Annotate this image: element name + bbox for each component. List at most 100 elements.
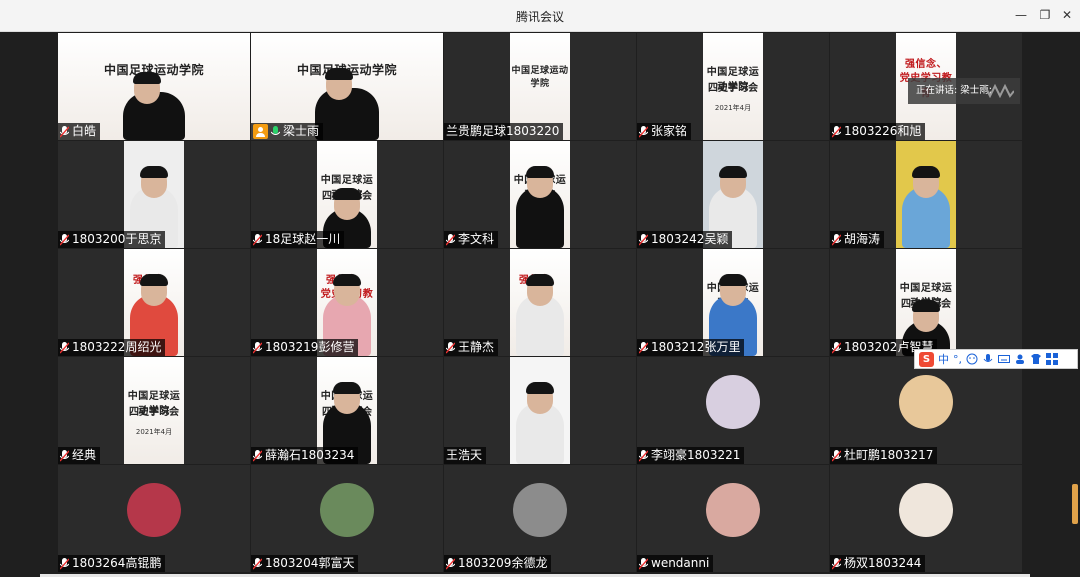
participant-name: 李翊豪1803221 — [651, 448, 741, 462]
participant-tile[interactable]: 中国足球运动学院 四史学习会 2021年4月 张家铭 — [637, 33, 829, 140]
mic-muted-icon — [639, 557, 648, 570]
participant-name: 1803222周绍光 — [72, 340, 162, 354]
participant-tile[interactable]: 王浩天 — [444, 357, 636, 464]
avatar — [320, 483, 374, 537]
participant-name: 张家铭 — [651, 124, 688, 138]
participant-tile[interactable]: 中国足球运动学院 梁士雨 — [251, 33, 443, 140]
participant-tile[interactable]: 强信念、 1803222周绍光 — [58, 249, 250, 356]
participant-tile[interactable]: 1803200于思京 — [58, 141, 250, 248]
ime-punct[interactable]: °, — [953, 353, 962, 366]
participant-figure — [516, 166, 564, 248]
participant-name: 杨双1803244 — [844, 556, 922, 570]
close-button[interactable]: ✕ — [1058, 6, 1076, 24]
sogou-logo-icon[interactable]: S — [919, 351, 934, 367]
participant-name: 王静杰 — [458, 340, 495, 354]
participant-name: 1803264高锟鹏 — [72, 556, 162, 570]
audio-wave-icon — [980, 84, 1014, 98]
mic-muted-icon — [639, 125, 648, 138]
mic-muted-icon — [639, 233, 648, 246]
banner-date: 2021年4月 — [714, 104, 752, 112]
participant-tile[interactable]: 中国足球运动学院 兰贵鹏足球1803220 — [444, 33, 636, 140]
participant-tile[interactable]: 1803242吴颖 — [637, 141, 829, 248]
participant-figure — [123, 72, 185, 140]
participant-label: 经典 — [58, 447, 101, 464]
mic-active-icon — [271, 125, 280, 138]
minimize-button[interactable]: — — [1012, 6, 1030, 24]
participant-label: 1803219彭修营 — [251, 339, 359, 356]
scrollbar-thumb[interactable] — [1072, 484, 1078, 524]
participant-tile[interactable]: 强信念、 王静杰 — [444, 249, 636, 356]
participant-tile[interactable]: 1803264高锟鹏 — [58, 465, 250, 572]
video-grid: 中国足球运动学院 白皓 中国足球运动学院 梁士雨 中国足球运动学院 兰贵鹏足球1… — [58, 33, 1022, 574]
participant-name: 1803204郭富天 — [265, 556, 355, 570]
participant-name: 薛瀚石1803234 — [265, 448, 355, 462]
avatar — [706, 375, 760, 429]
participant-tile[interactable]: 中国足球运动学院 四史学习会 2021年4月 经典 — [58, 357, 250, 464]
mic-muted-icon — [253, 233, 262, 246]
participant-label: 1803212张万里 — [637, 339, 745, 356]
skin-shirt-icon[interactable] — [1030, 353, 1042, 365]
speaking-indicator: 正在讲话: 梁士雨; — [908, 78, 1020, 104]
participant-name: 王浩天 — [446, 448, 483, 462]
participant-video: 中国足球运动学院 — [510, 141, 570, 248]
mic-muted-icon — [832, 233, 841, 246]
participant-tile[interactable]: 杜町鹏1803217 — [830, 357, 1022, 464]
voice-icon[interactable] — [982, 353, 994, 365]
participant-tile[interactable]: 中国足球运动学院 四史学习会 1803202卢智慧 — [830, 249, 1022, 356]
participant-name: 1803219彭修营 — [265, 340, 355, 354]
banner-date: 2021年4月 — [135, 428, 173, 436]
participant-name: wendanni — [651, 556, 710, 570]
participant-label: 1803264高锟鹏 — [58, 555, 166, 572]
title-bar: 腾讯会议 — ❐ ✕ — [0, 0, 1080, 32]
participant-label: 1803209余德龙 — [444, 555, 552, 572]
avatar — [899, 483, 953, 537]
mic-muted-icon — [253, 341, 262, 354]
mic-muted-icon — [253, 557, 262, 570]
keyboard-icon[interactable] — [998, 353, 1010, 365]
participant-tile[interactable]: 1803204郭富天 — [251, 465, 443, 572]
mic-muted-icon — [253, 449, 262, 462]
user-settings-icon[interactable] — [1014, 353, 1026, 365]
participant-tile[interactable]: 1803209余德龙 — [444, 465, 636, 572]
participant-video: 中国足球运动学院 四史学习会 2021年4月 — [703, 33, 763, 140]
mic-muted-icon — [60, 449, 69, 462]
participant-tile[interactable]: 强信念、 党史学习教育 1803219彭修营 — [251, 249, 443, 356]
participant-tile[interactable]: 中国足球运动学院 李文科 — [444, 141, 636, 248]
participant-name: 李文科 — [458, 232, 495, 246]
mic-muted-icon — [60, 341, 69, 354]
participant-tile[interactable]: 中国足球运动学院 白皓 — [58, 33, 250, 140]
window-title: 腾讯会议 — [515, 10, 564, 24]
participant-label: 王静杰 — [444, 339, 499, 356]
participant-tile[interactable]: 中国足球运动学院 四史学习会 薛瀚石1803234 — [251, 357, 443, 464]
participant-tile[interactable]: 中国足球运动学院 1803212张万里 — [637, 249, 829, 356]
participant-label: 1803204郭富天 — [251, 555, 359, 572]
participant-video — [896, 141, 956, 248]
mic-muted-icon — [446, 341, 455, 354]
participant-tile[interactable]: 杨双1803244 — [830, 465, 1022, 572]
participant-tile[interactable]: 胡海涛 — [830, 141, 1022, 248]
participant-tile[interactable]: 中国足球运动学院 四史学习会 18足球赵一川 — [251, 141, 443, 248]
ime-mode[interactable]: 中 — [938, 351, 949, 367]
participant-label: 1803200于思京 — [58, 231, 166, 248]
participant-label: 梁士雨 — [251, 123, 324, 140]
ime-toolbar[interactable]: S 中 °, — [914, 349, 1078, 369]
emoji-icon[interactable] — [966, 353, 978, 365]
banner-text: 中国足球运动学院 — [511, 66, 569, 89]
participant-tile[interactable]: 李翊豪1803221 — [637, 357, 829, 464]
grid-menu-icon[interactable] — [1046, 353, 1058, 365]
participant-name: 经典 — [72, 448, 97, 462]
restore-button[interactable]: ❐ — [1036, 6, 1054, 24]
participant-figure — [516, 382, 564, 464]
participant-video: 强信念、 — [510, 249, 570, 356]
participant-name: 1803226和旭 — [844, 124, 922, 138]
mic-muted-icon — [832, 449, 841, 462]
avatar — [706, 483, 760, 537]
participant-figure — [315, 68, 379, 140]
participant-label: 李翊豪1803221 — [637, 447, 745, 464]
participant-name: 18足球赵一川 — [265, 232, 341, 246]
mic-muted-icon — [639, 449, 648, 462]
participant-name: 白皓 — [72, 124, 97, 138]
participant-name: 1803209余德龙 — [458, 556, 548, 570]
participant-tile[interactable]: wendanni — [637, 465, 829, 572]
participant-name: 1803242吴颖 — [651, 232, 729, 246]
